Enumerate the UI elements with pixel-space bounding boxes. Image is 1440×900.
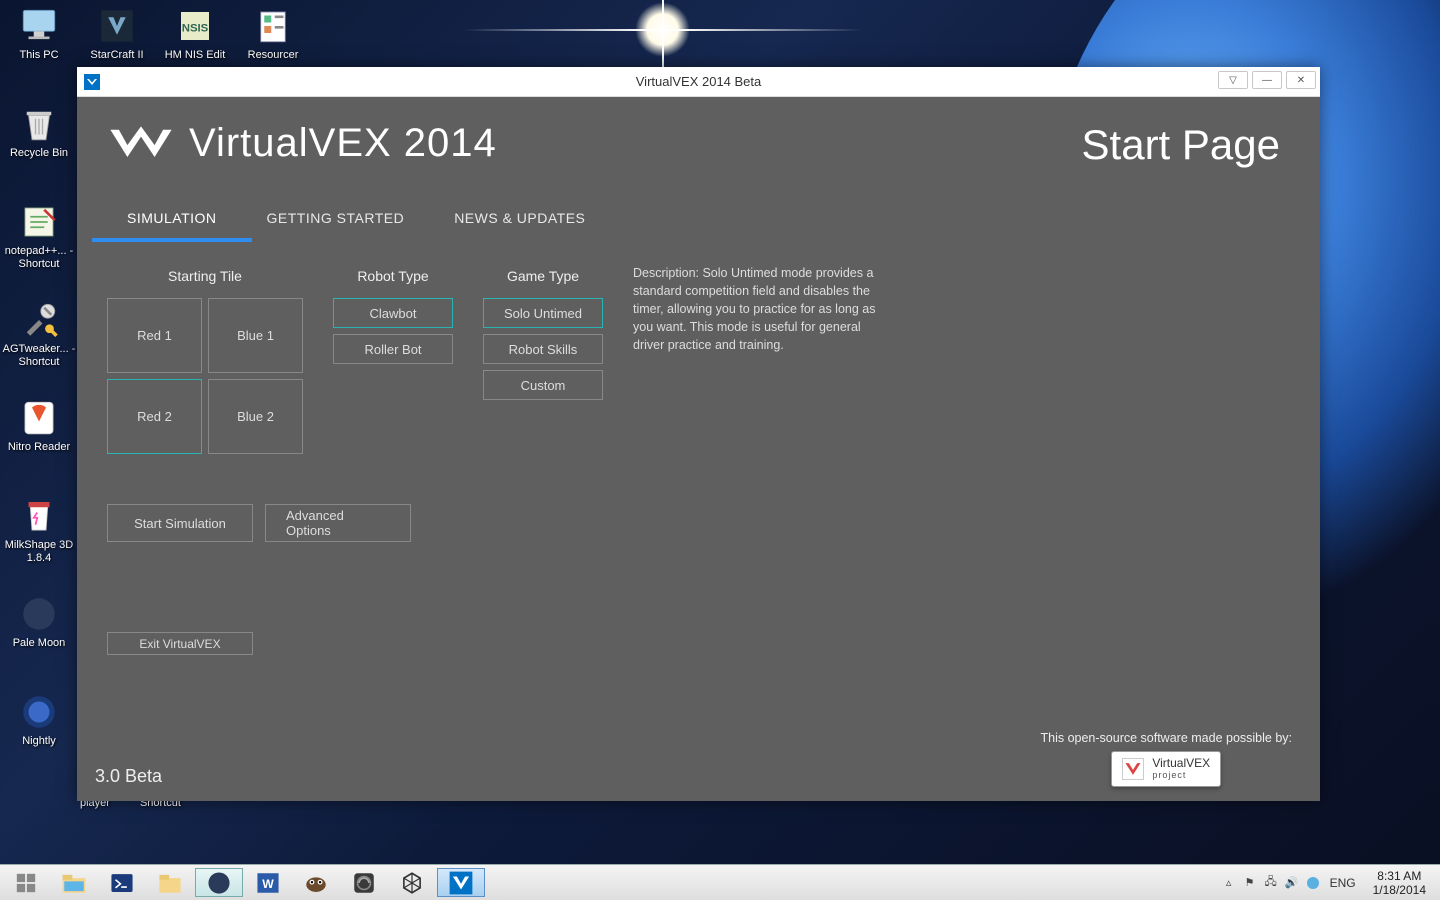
bin-icon xyxy=(18,103,60,145)
desktop-icon-label: HM NIS Edit xyxy=(163,49,228,62)
version-label: 3.0 Beta xyxy=(95,766,162,787)
svg-text:W: W xyxy=(262,876,274,890)
exit-button[interactable]: Exit VirtualVEX xyxy=(107,632,253,655)
svg-text:NSIS: NSIS xyxy=(182,22,209,34)
tile-blue-1[interactable]: Blue 1 xyxy=(208,298,303,373)
robot-type-clawbot[interactable]: Clawbot xyxy=(333,298,453,328)
desktop-icon-nightly[interactable]: Nightly xyxy=(0,691,78,786)
tray-language[interactable]: ENG xyxy=(1326,876,1360,890)
desktop-icon-label: MilkShape 3D 1.8.4 xyxy=(0,539,78,565)
milkshape-icon xyxy=(18,495,60,537)
desktop-icon-recycle-bin[interactable]: Recycle Bin xyxy=(0,103,78,198)
taskbar-pale-moon[interactable] xyxy=(195,868,243,897)
game-type-solo-untimed[interactable]: Solo Untimed xyxy=(483,298,603,328)
desktop-icon-label: StarCraft II xyxy=(88,49,145,62)
game-type-robot-skills[interactable]: Robot Skills xyxy=(483,334,603,364)
tile-blue-2[interactable]: Blue 2 xyxy=(208,379,303,454)
nitro-icon xyxy=(18,397,60,439)
resourcer-icon xyxy=(252,5,294,47)
nsis-icon: NSIS xyxy=(174,5,216,47)
notepad-icon xyxy=(18,201,60,243)
tray-clock[interactable]: 8:31 AM 1/18/2014 xyxy=(1365,869,1434,897)
taskbar-gimp[interactable] xyxy=(292,865,340,900)
robot-type-roller-bot[interactable]: Roller Bot xyxy=(333,334,453,364)
desktop-icon-label: Resourcer xyxy=(246,49,301,62)
column-title: Starting Tile xyxy=(168,268,242,284)
window-titlebar[interactable]: VirtualVEX 2014 Beta ▽ — ✕ xyxy=(77,67,1320,97)
advanced-options-button[interactable]: Advanced Options xyxy=(265,504,411,542)
sponsor-text: This open-source software made possible … xyxy=(1040,731,1292,745)
app-window: VirtualVEX 2014 Beta ▽ — ✕ VirtualVEX 20… xyxy=(77,67,1320,801)
clock-date: 1/18/2014 xyxy=(1373,883,1426,897)
desktop-icon-label: Pale Moon xyxy=(11,637,68,650)
tab-getting-started[interactable]: GETTING STARTED xyxy=(267,210,405,238)
sponsor-badge[interactable]: VirtualVEX project xyxy=(1111,751,1221,787)
desktop-icon-nitro-reader[interactable]: Nitro Reader xyxy=(0,397,78,492)
tray-volume-icon[interactable]: 🔊 xyxy=(1284,875,1300,891)
desktop-icon-notepad-shortcut[interactable]: notepad++... - Shortcut xyxy=(0,201,78,296)
clock-time: 8:31 AM xyxy=(1373,869,1426,883)
taskbar: W ▵ ⚑ 🖧 🔊 ENG 8:31 AM 1/18/2014 xyxy=(0,864,1440,900)
robot-type-column: Robot Type Clawbot Roller Bot xyxy=(333,268,453,454)
monitor-icon xyxy=(18,5,60,47)
desktop-icon-milkshape[interactable]: MilkShape 3D 1.8.4 xyxy=(0,495,78,590)
app-content: VirtualVEX 2014 Start Page SIMULATION GE… xyxy=(77,97,1320,801)
tools-icon xyxy=(18,299,60,341)
tabs: SIMULATION GETTING STARTED NEWS & UPDATE… xyxy=(107,210,1290,238)
taskbar-virtualvex[interactable] xyxy=(437,868,485,897)
sponsor-badge-subtitle: project xyxy=(1152,769,1210,781)
game-type-description: Description: Solo Untimed mode provides … xyxy=(633,264,883,454)
page-title: Start Page xyxy=(1082,121,1280,169)
tile-red-1[interactable]: Red 1 xyxy=(107,298,202,373)
tray-network-icon[interactable]: 🖧 xyxy=(1263,875,1279,891)
desktop-icon-label: notepad++... - Shortcut xyxy=(0,245,78,271)
simulation-panel: Starting Tile Red 1 Blue 1 Red 2 Blue 2 … xyxy=(107,268,1290,454)
tray-flag-icon[interactable]: ⚑ xyxy=(1242,875,1258,891)
column-title: Game Type xyxy=(507,268,579,284)
desktop-icon-label: Nightly xyxy=(20,735,58,748)
window-buttons: ▽ — ✕ xyxy=(1218,71,1316,89)
starting-tile-column: Starting Tile Red 1 Blue 1 Red 2 Blue 2 xyxy=(107,268,303,454)
taskbar-unity[interactable] xyxy=(388,865,436,900)
game-type-custom[interactable]: Custom xyxy=(483,370,603,400)
brand-title: VirtualVEX 2014 xyxy=(189,121,497,166)
sponsor-logo-icon xyxy=(1122,758,1144,780)
app-icon xyxy=(84,74,100,90)
window-title: VirtualVEX 2014 Beta xyxy=(636,74,762,89)
game-type-column: Game Type Solo Untimed Robot Skills Cust… xyxy=(483,268,603,454)
taskbar-folder[interactable] xyxy=(146,865,194,900)
start-simulation-button[interactable]: Start Simulation xyxy=(107,504,253,542)
tab-simulation[interactable]: SIMULATION xyxy=(127,210,217,238)
desktop-icon-label: This PC xyxy=(17,49,60,62)
taskbar-file-explorer[interactable] xyxy=(50,865,98,900)
system-tray: ▵ ⚑ 🖧 🔊 ENG 8:31 AM 1/18/2014 xyxy=(1221,865,1440,900)
column-title: Robot Type xyxy=(357,268,428,284)
desktop-icon-pale-moon[interactable]: Pale Moon xyxy=(0,593,78,688)
minimize-button[interactable]: — xyxy=(1252,71,1282,89)
desktop-icon-agtweaker-shortcut[interactable]: AGTweaker... - Shortcut xyxy=(0,299,78,394)
pale-moon-icon xyxy=(18,593,60,635)
desktop-icons-column: This PC Recycle Bin notepad++... - Short… xyxy=(0,0,78,789)
desktop-icon-label: AGTweaker... - Shortcut xyxy=(0,343,78,369)
starcraft-icon xyxy=(96,5,138,47)
nightly-icon xyxy=(18,691,60,733)
tray-overflow-icon[interactable]: ▵ xyxy=(1221,875,1237,891)
start-button[interactable] xyxy=(2,865,50,900)
taskbar-word[interactable]: W xyxy=(244,865,292,900)
close-button[interactable]: ✕ xyxy=(1286,71,1316,89)
sponsor-badge-title: VirtualVEX xyxy=(1152,757,1210,769)
wallpaper-sun xyxy=(635,2,690,57)
tile-red-2[interactable]: Red 2 xyxy=(107,379,202,454)
taskbar-powershell[interactable] xyxy=(98,865,146,900)
window-button-extra[interactable]: ▽ xyxy=(1218,71,1248,89)
sponsor-block: This open-source software made possible … xyxy=(1040,731,1292,787)
desktop-icon-this-pc[interactable]: This PC xyxy=(0,5,78,100)
brand-logo-icon xyxy=(107,124,175,164)
tray-sync-icon[interactable] xyxy=(1305,875,1321,891)
taskbar-app-1[interactable] xyxy=(340,865,388,900)
desktop-icon-label: Nitro Reader xyxy=(6,441,72,454)
tab-news-updates[interactable]: NEWS & UPDATES xyxy=(454,210,585,238)
desktop-icon-label: Recycle Bin xyxy=(8,147,70,160)
